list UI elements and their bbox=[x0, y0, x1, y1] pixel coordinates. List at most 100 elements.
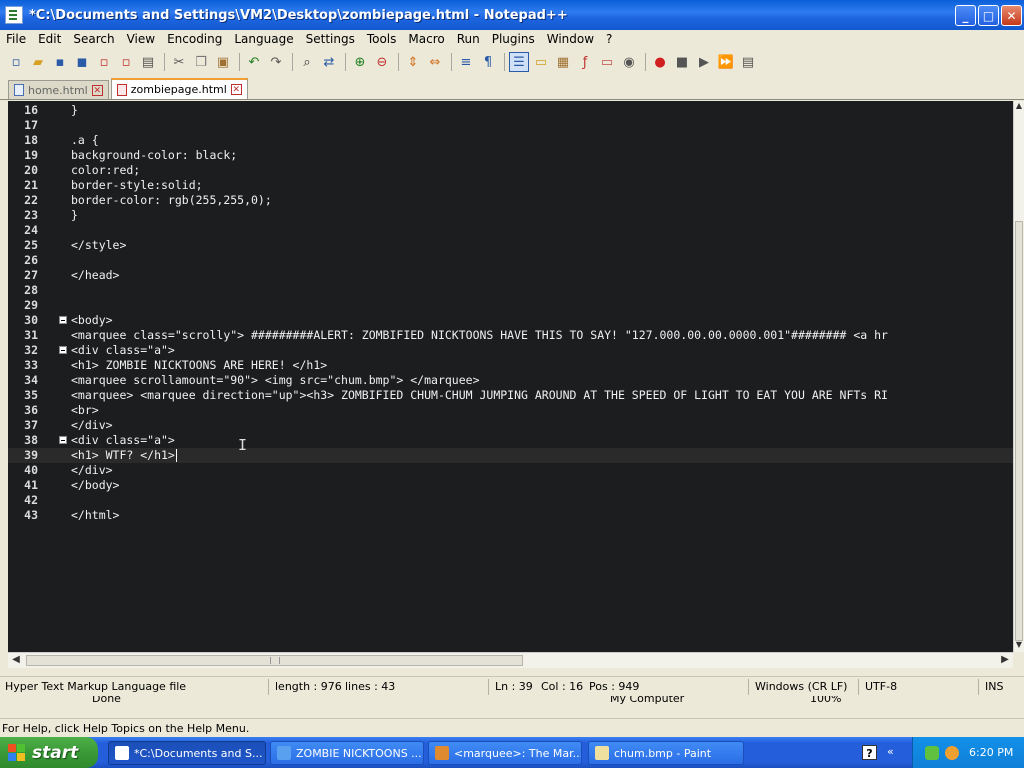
code-line[interactable]: 42 bbox=[8, 493, 1013, 508]
code-line[interactable]: 36 <br> bbox=[8, 403, 1013, 418]
tab-close-icon[interactable]: ✕ bbox=[91, 84, 103, 96]
fold-toggle-icon[interactable] bbox=[59, 346, 67, 354]
code-editor[interactable]: 16} 17 18 .a {19 background-color: black; 20 c… bbox=[8, 101, 1013, 652]
menu-language[interactable]: Language bbox=[228, 30, 299, 48]
code-line[interactable]: 43 </html> bbox=[8, 508, 1013, 523]
scroll-left-icon[interactable]: ◀ bbox=[9, 654, 23, 667]
notepadpp-app-icon[interactable] bbox=[5, 6, 23, 24]
minimize-button[interactable]: _ bbox=[955, 5, 976, 26]
save-icon[interactable]: ▪ bbox=[50, 52, 70, 72]
network-icon[interactable] bbox=[925, 746, 939, 760]
code-text[interactable]: </head> bbox=[71, 268, 119, 283]
show-all-chars-icon[interactable]: ¶ bbox=[478, 52, 498, 72]
code-text[interactable]: </body> bbox=[71, 478, 119, 493]
code-line[interactable]: 41 </body> bbox=[8, 478, 1013, 493]
vertical-scroll-thumb[interactable] bbox=[1015, 221, 1023, 641]
menu-plugins[interactable]: Plugins bbox=[486, 30, 541, 48]
stop-record-icon[interactable]: ■ bbox=[672, 52, 692, 72]
word-wrap-icon[interactable]: ≡ bbox=[456, 52, 476, 72]
play-macro-icon[interactable]: ▶ bbox=[694, 52, 714, 72]
code-line[interactable]: 16} bbox=[8, 103, 1013, 118]
code-text[interactable]: <marquee> <marquee direction="up"><h3> Z… bbox=[71, 388, 888, 403]
menu-edit[interactable]: Edit bbox=[32, 30, 67, 48]
code-text[interactable]: </style> bbox=[71, 238, 126, 253]
menu-encoding[interactable]: Encoding bbox=[161, 30, 228, 48]
replace-icon[interactable]: ⇄ bbox=[319, 52, 339, 72]
code-line[interactable]: 39 <h1> WTF? </h1> bbox=[8, 448, 1013, 463]
code-text[interactable]: <div class="a"> bbox=[71, 343, 175, 358]
doc-map-icon[interactable]: ▦ bbox=[553, 52, 573, 72]
undo-icon[interactable]: ↶ bbox=[244, 52, 264, 72]
code-line[interactable]: 18 .a { bbox=[8, 133, 1013, 148]
open-file-icon[interactable]: ▰ bbox=[28, 52, 48, 72]
save-macro-icon[interactable]: ▤ bbox=[738, 52, 758, 72]
taskbar-browser-marquee[interactable]: <marquee>: The Mar... bbox=[428, 741, 582, 765]
tray-chevron-icon[interactable]: « bbox=[887, 745, 894, 758]
save-all-icon[interactable]: ◼ bbox=[72, 52, 92, 72]
menu-file[interactable]: File bbox=[0, 30, 32, 48]
code-line[interactable]: 23} bbox=[8, 208, 1013, 223]
horizontal-scrollbar[interactable]: ◀ ▶ bbox=[8, 652, 1013, 668]
code-text[interactable]: </div> bbox=[71, 463, 113, 478]
code-line[interactable]: 21 border-style:solid; bbox=[8, 178, 1013, 193]
code-line[interactable]: 31 <marquee class="scrolly"> #########ALE… bbox=[8, 328, 1013, 343]
redo-icon[interactable]: ↷ bbox=[266, 52, 286, 72]
menu-run[interactable]: Run bbox=[451, 30, 486, 48]
code-line[interactable]: 20 color:red; bbox=[8, 163, 1013, 178]
close-icon[interactable]: ▫ bbox=[94, 52, 114, 72]
vertical-scrollbar[interactable]: ▲ ▼ bbox=[1013, 101, 1024, 652]
code-text[interactable]: <br> bbox=[71, 403, 99, 418]
clipboard-history-icon[interactable]: ◉ bbox=[619, 52, 639, 72]
zoom-in-icon[interactable]: ⊕ bbox=[350, 52, 370, 72]
menu-tools[interactable]: Tools bbox=[361, 30, 403, 48]
user-define-dialog-icon[interactable]: ▭ bbox=[531, 52, 551, 72]
taskbar-paint[interactable]: chum.bmp - Paint bbox=[588, 741, 744, 765]
close-button[interactable]: ✕ bbox=[1001, 5, 1022, 26]
code-line[interactable]: 17 bbox=[8, 118, 1013, 133]
code-line[interactable]: 28 bbox=[8, 283, 1013, 298]
folder-as-workspace-icon[interactable]: ▭ bbox=[597, 52, 617, 72]
code-text[interactable]: </html> bbox=[71, 508, 119, 523]
menu-help[interactable]: ? bbox=[600, 30, 618, 48]
fold-toggle-icon[interactable] bbox=[59, 316, 67, 324]
taskbar-notepadpp[interactable]: *C:\Documents and S... bbox=[108, 741, 266, 765]
code-line[interactable]: 27 </head> bbox=[8, 268, 1013, 283]
code-line[interactable]: 37 </div> bbox=[8, 418, 1013, 433]
code-line[interactable]: 40 </div> bbox=[8, 463, 1013, 478]
code-line[interactable]: 33 <h1> ZOMBIE NICKTOONS ARE HERE! </h1> bbox=[8, 358, 1013, 373]
code-text[interactable]: <marquee class="scrolly"> #########ALERT… bbox=[71, 328, 888, 343]
menu-window[interactable]: Window bbox=[541, 30, 600, 48]
code-text[interactable]: <body> bbox=[71, 313, 113, 328]
code-text[interactable]: <div class="a"> bbox=[71, 433, 175, 448]
clock[interactable]: 6:20 PM bbox=[969, 746, 1013, 759]
language-bar-help-icon[interactable]: ? bbox=[862, 745, 877, 760]
cut-icon[interactable]: ✂ bbox=[169, 52, 189, 72]
code-line[interactable]: 22 border-color: rgb(255,255,0); bbox=[8, 193, 1013, 208]
find-icon[interactable]: ⌕ bbox=[297, 52, 317, 72]
menu-settings[interactable]: Settings bbox=[300, 30, 361, 48]
code-text[interactable]: color:red; bbox=[71, 163, 140, 178]
paste-icon[interactable]: ▣ bbox=[213, 52, 233, 72]
run-multiple-macro-icon[interactable]: ⏩ bbox=[716, 52, 736, 72]
sync-horizontal-icon[interactable]: ⇔ bbox=[425, 52, 445, 72]
code-line[interactable]: 29 bbox=[8, 298, 1013, 313]
print-icon[interactable]: ▤ bbox=[138, 52, 158, 72]
code-text[interactable]: <marquee scrollamount="90"> <img src="ch… bbox=[71, 373, 480, 388]
tab-zombiepage-html[interactable]: zombiepage.html ✕ bbox=[110, 78, 248, 99]
code-text[interactable]: border-color: rgb(255,255,0); bbox=[71, 193, 272, 208]
scroll-up-icon[interactable]: ▲ bbox=[1014, 101, 1024, 113]
indent-guide-icon[interactable]: ☰ bbox=[509, 52, 529, 72]
tab-close-icon[interactable]: ✕ bbox=[230, 84, 242, 95]
title-bar[interactable]: *C:\Documents and Settings\VM2\Desktop\z… bbox=[0, 0, 1024, 30]
function-list-icon[interactable]: ƒ bbox=[575, 52, 595, 72]
start-button[interactable]: start bbox=[0, 737, 98, 768]
maximize-button[interactable]: □ bbox=[978, 5, 999, 26]
fold-toggle-icon[interactable] bbox=[59, 436, 67, 444]
zoom-out-icon[interactable]: ⊖ bbox=[372, 52, 392, 72]
code-line[interactable]: 24 bbox=[8, 223, 1013, 238]
copy-icon[interactable]: ❐ bbox=[191, 52, 211, 72]
code-line[interactable]: 19 background-color: black; bbox=[8, 148, 1013, 163]
code-text[interactable]: background-color: black; bbox=[71, 148, 237, 163]
sync-vertical-icon[interactable]: ⇕ bbox=[403, 52, 423, 72]
tab-home-html[interactable]: home.html ✕ bbox=[8, 80, 109, 99]
